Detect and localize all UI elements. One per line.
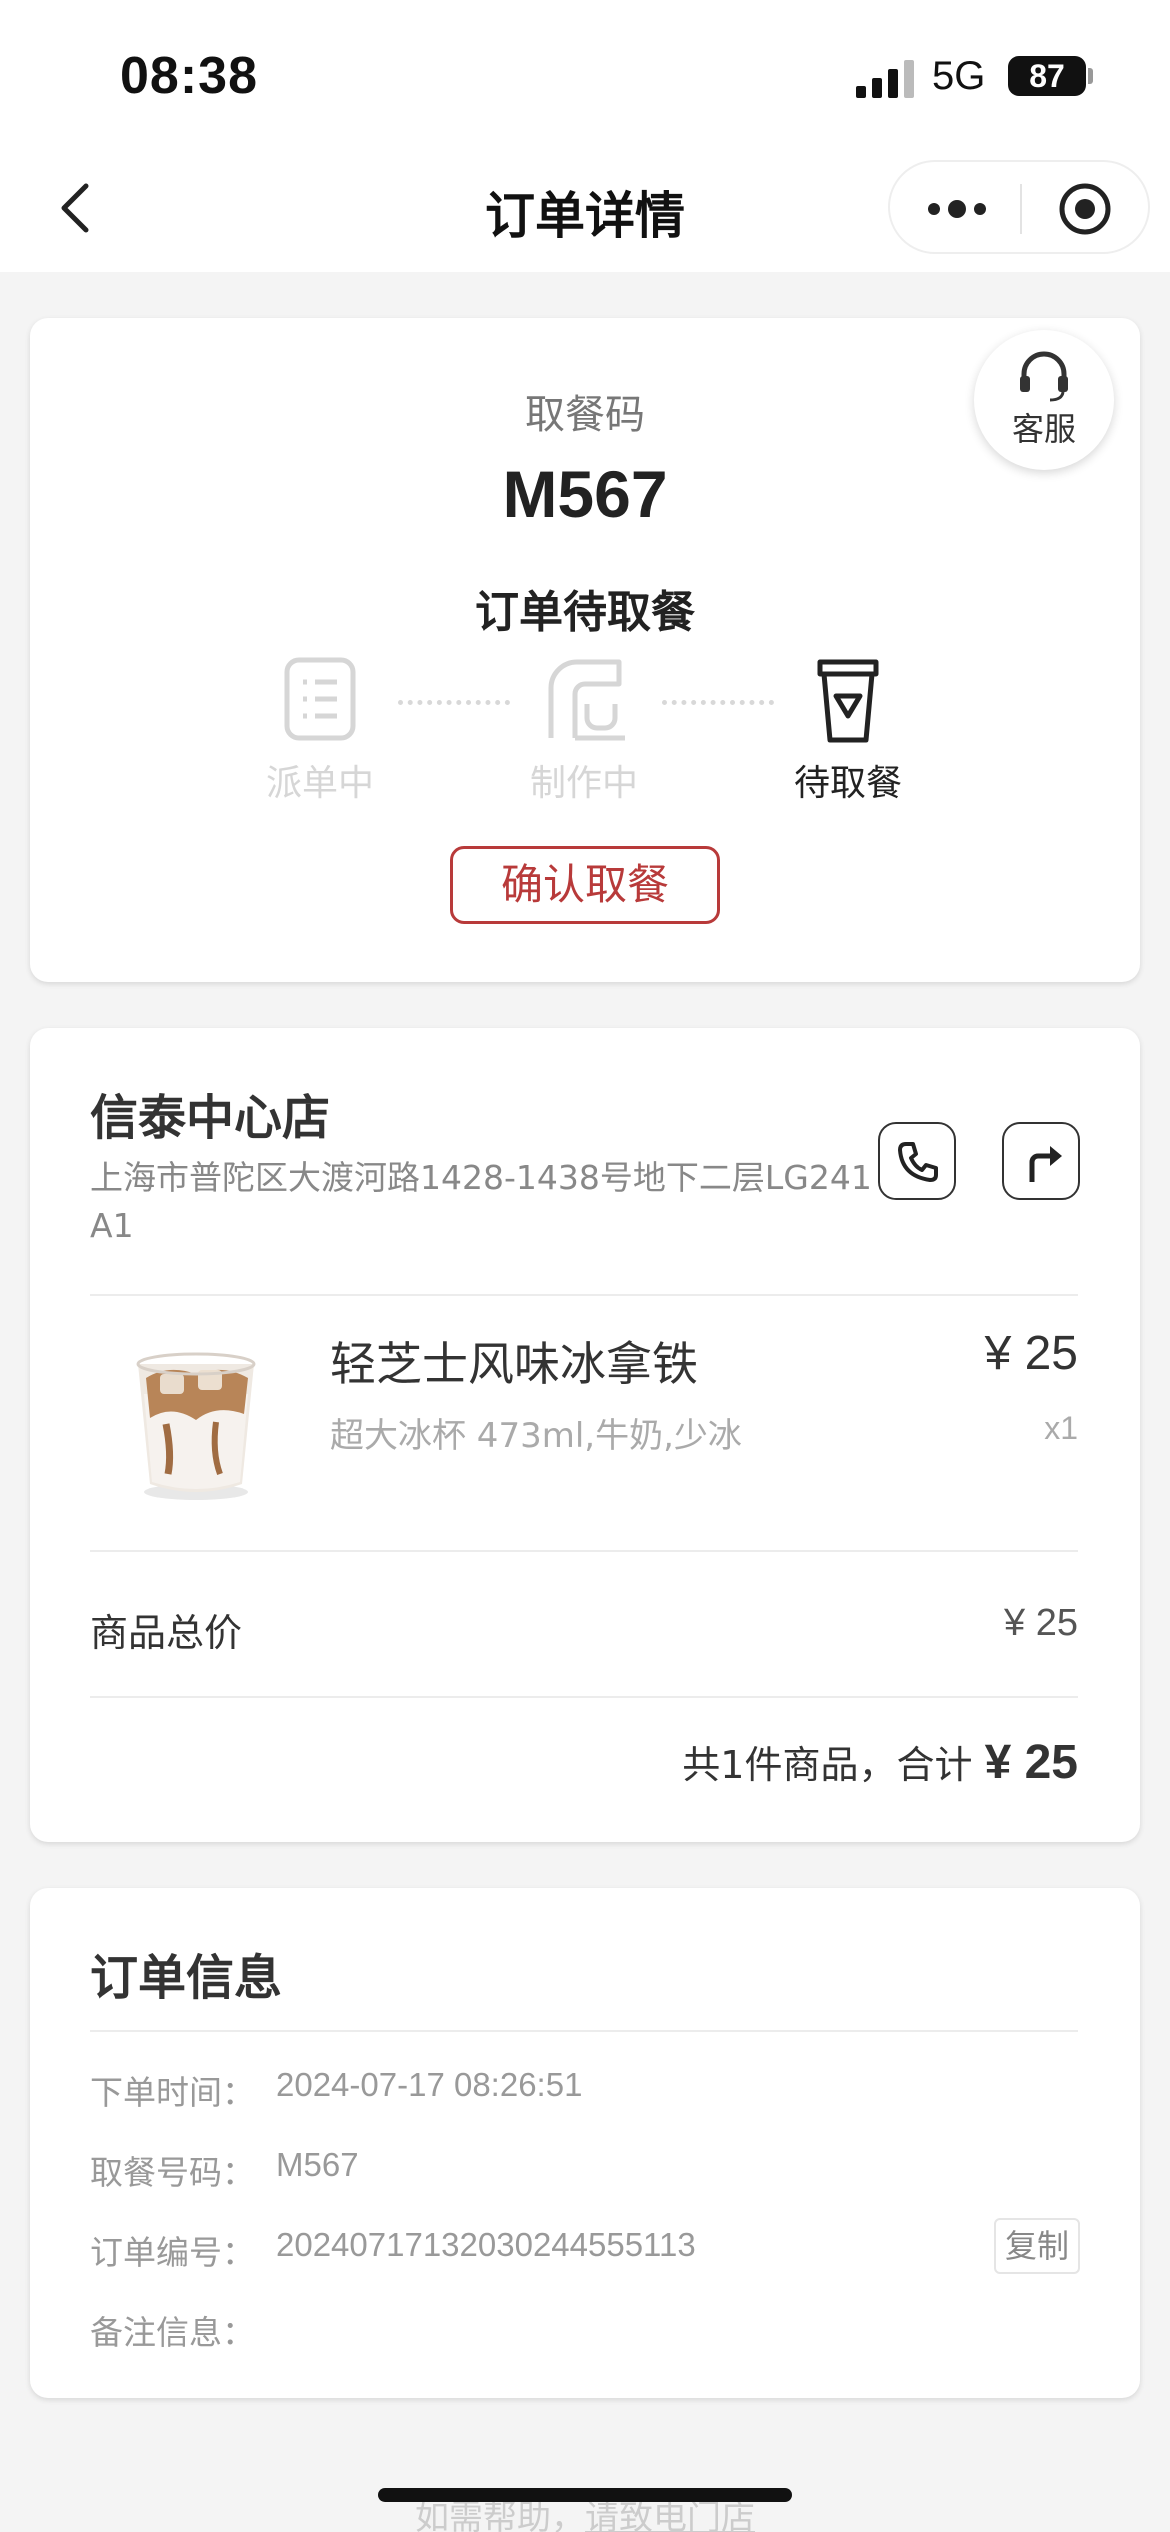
pickup-code: M567 xyxy=(502,457,668,531)
info-value: 20240717132030244555113 xyxy=(276,2226,696,2263)
directions-icon xyxy=(1029,1146,1062,1182)
capsule-divider xyxy=(1020,184,1022,234)
divider xyxy=(90,1550,1078,1552)
help-prefix: 如需帮助， xyxy=(415,2498,585,2532)
subtotal-value: ¥ 25 xyxy=(1004,1602,1078,1644)
copy-order-number-button[interactable]: 复制 xyxy=(994,2218,1080,2274)
step-label: 待取餐 xyxy=(793,763,902,804)
info-key: 订单编号： xyxy=(90,2233,255,2272)
divider xyxy=(90,1696,1078,1698)
signal-icon xyxy=(856,60,916,98)
coffee-machine-icon xyxy=(548,659,625,741)
status-bar: 08:38 5G 87 xyxy=(0,0,1170,150)
store-card: 信泰中心店 上海市普陀区大渡河路1428-1438号地下二层LG241A1 轻芝… xyxy=(30,1028,1140,1842)
customer-service-label: 客服 xyxy=(1011,410,1076,448)
step-making: 制作中 xyxy=(494,654,674,806)
network-label: 5G xyxy=(932,54,986,98)
divider xyxy=(90,2030,1078,2032)
step-dispatching: 派单中 xyxy=(230,654,410,806)
total-prefix: 共1件商品，合计 xyxy=(682,1743,973,1787)
product-image xyxy=(116,1334,276,1504)
step-ready: 待取餐 xyxy=(758,654,938,806)
order-status: 订单待取餐 xyxy=(475,587,695,638)
target-circle-icon[interactable] xyxy=(1058,182,1112,236)
store-address: 上海市普陀区大渡河路1428-1438号地下二层LG241A1 xyxy=(90,1158,872,1245)
call-store-link[interactable]: 请致电门店 xyxy=(585,2498,755,2532)
info-value: 2024-07-17 08:26:51 xyxy=(276,2066,583,2103)
home-indicator[interactable] xyxy=(378,2488,792,2502)
phone-icon xyxy=(898,1142,938,1182)
subtotal-label: 商品总价 xyxy=(90,1611,243,1655)
nav-bar: 订单详情 xyxy=(0,150,1170,272)
confirm-pickup-button[interactable]: 确认取餐 xyxy=(450,846,720,924)
call-store-button[interactable] xyxy=(878,1122,956,1200)
order-total: 共1件商品，合计 ¥ 25 xyxy=(682,1734,1078,1790)
info-key: 取餐号码： xyxy=(90,2153,255,2192)
info-key: 下单时间： xyxy=(90,2073,255,2112)
divider xyxy=(90,1294,1078,1296)
order-list-icon xyxy=(284,657,356,741)
product-quantity: x1 xyxy=(1044,1410,1078,1446)
directions-button[interactable] xyxy=(1002,1122,1080,1200)
step-label: 派单中 xyxy=(265,763,374,804)
cup-icon xyxy=(817,659,879,743)
store-name: 信泰中心店 xyxy=(90,1090,331,1146)
product-spec: 超大冰杯 473ml,牛奶,少冰 xyxy=(330,1416,742,1456)
info-value: M567 xyxy=(276,2146,359,2183)
battery-icon: 87 xyxy=(1008,56,1086,96)
mini-program-capsule xyxy=(888,160,1150,254)
step-label: 制作中 xyxy=(529,763,638,804)
status-time: 08:38 xyxy=(120,47,258,105)
headset-icon xyxy=(1020,351,1068,402)
product-price: ¥ 25 xyxy=(984,1327,1078,1380)
product-name: 轻芝士风味冰拿铁 xyxy=(330,1337,698,1391)
customer-service-button[interactable]: 客服 xyxy=(974,330,1114,470)
order-info-title: 订单信息 xyxy=(90,1950,283,2006)
total-value: ¥ 25 xyxy=(984,1736,1078,1789)
more-dots-icon[interactable] xyxy=(926,194,988,224)
order-info-card: 订单信息 下单时间： 2024-07-17 08:26:51 取餐号码： M56… xyxy=(30,1888,1140,2398)
battery-cap xyxy=(1088,68,1093,84)
info-key: 备注信息： xyxy=(90,2313,255,2352)
